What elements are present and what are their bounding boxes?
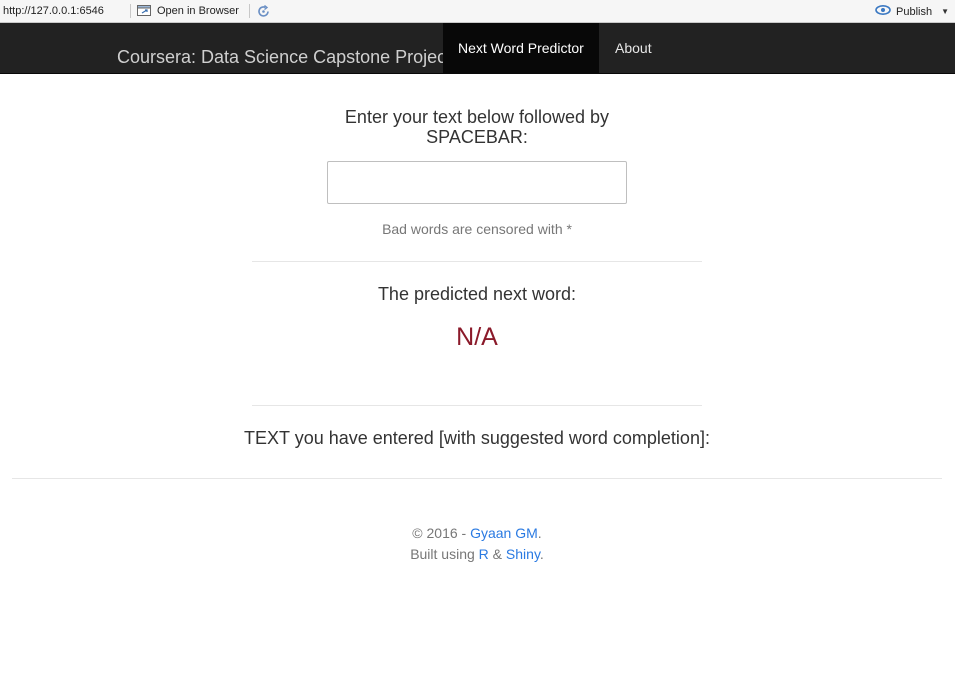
censor-note: Bad words are censored with * bbox=[382, 221, 572, 237]
tab-next-word-predictor[interactable]: Next Word Predictor bbox=[443, 23, 599, 73]
publish-button[interactable]: Publish ▼ bbox=[875, 0, 949, 23]
footer-divider bbox=[12, 478, 942, 479]
navbar: Coursera: Data Science Capstone Project … bbox=[0, 23, 955, 74]
toolbar-separator bbox=[248, 4, 250, 18]
text-input[interactable] bbox=[327, 161, 627, 204]
predicted-word-value: N/A bbox=[456, 323, 498, 351]
r-link[interactable]: R bbox=[479, 546, 489, 562]
publish-label: Publish bbox=[896, 5, 933, 18]
footer-copyright-line: © 2016 - Gyaan GM. bbox=[252, 523, 702, 544]
refresh-button[interactable] bbox=[256, 4, 271, 19]
app-title: Coursera: Data Science Capstone Project bbox=[117, 47, 452, 67]
tab-about[interactable]: About bbox=[600, 23, 667, 73]
input-prompt-line1: Enter your text below followed by bbox=[344, 107, 610, 127]
footer-built-line: Built using R & Shiny. bbox=[252, 544, 702, 565]
open-in-browser-label: Open in Browser bbox=[157, 5, 239, 17]
toolbar-separator bbox=[130, 4, 131, 18]
refresh-icon bbox=[256, 4, 271, 19]
divider bbox=[252, 261, 702, 262]
predicted-word-label: The predicted next word: bbox=[377, 284, 577, 304]
input-prompt: Enter your text below followed by SPACEB… bbox=[327, 107, 627, 147]
viewer-toolbar: http://127.0.0.1:6546 Open in Browser Pu… bbox=[0, 0, 955, 23]
publish-icon bbox=[875, 4, 891, 19]
divider bbox=[252, 405, 702, 406]
open-in-browser-button[interactable]: Open in Browser bbox=[137, 5, 239, 17]
author-link[interactable]: Gyaan GM bbox=[470, 525, 538, 541]
built-using-text: Built using bbox=[410, 546, 479, 562]
shiny-link[interactable]: Shiny bbox=[506, 546, 540, 562]
footer: © 2016 - Gyaan GM. Built using R & Shiny… bbox=[252, 523, 702, 565]
input-prompt-line2: SPACEBAR: bbox=[426, 127, 528, 147]
footer-end-text: . bbox=[539, 546, 544, 562]
copyright-text: © 2016 - bbox=[412, 525, 471, 541]
browser-window-icon bbox=[137, 5, 152, 17]
author-suffix: . bbox=[537, 525, 542, 541]
chevron-down-icon: ▼ bbox=[941, 7, 949, 16]
viewer-url: http://127.0.0.1:6546 bbox=[3, 5, 104, 17]
ampersand-text: & bbox=[488, 546, 506, 562]
entered-text-label: TEXT you have entered [with suggested wo… bbox=[244, 428, 710, 448]
